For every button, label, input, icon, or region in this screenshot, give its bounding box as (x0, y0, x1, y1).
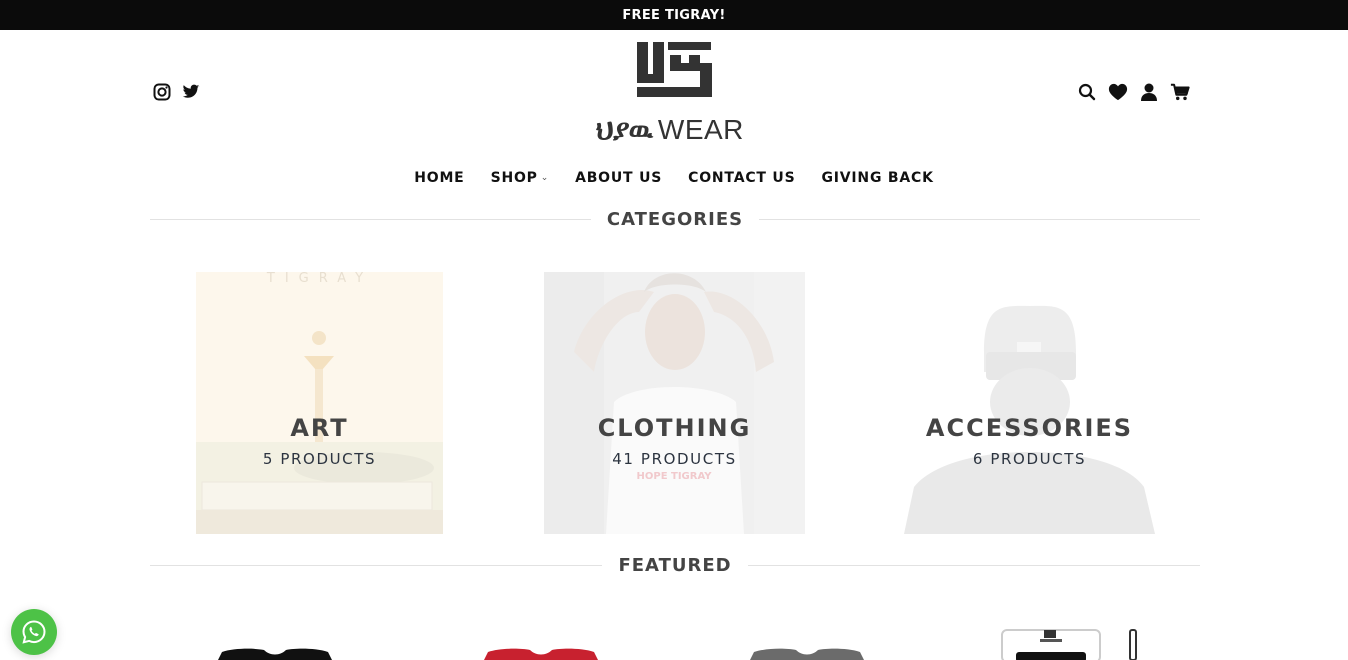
brand-latin: WEAR (657, 114, 744, 145)
logo-mark-icon (637, 42, 712, 97)
announcement-text: FREE TIGRAY! (622, 7, 726, 23)
category-count: 5 PRODUCTS (262, 450, 377, 468)
categories-heading: CATEGORIES (150, 209, 1200, 230)
category-name: ART (290, 414, 349, 442)
section-title: CATEGORIES (606, 209, 744, 230)
category-count: 6 PRODUCTS (972, 450, 1087, 468)
main-nav: HOME SHOP ⌄ ABOUT US CONTACT US GIVING BA… (0, 170, 1348, 186)
whatsapp-chat-button[interactable] (11, 609, 57, 655)
svg-text:HOPE TIGRAY: HOPE TIGRAY (637, 471, 713, 482)
chevron-down-icon: ⌄ (540, 173, 550, 183)
product-thumb-black-tshirt[interactable] (214, 630, 336, 660)
category-card-art[interactable]: TIGRAY ART 5 PRODUCTS (196, 272, 443, 534)
nav-item-giving-back[interactable]: GIVING BACK (821, 170, 933, 186)
announcement-bar: FREE TIGRAY! (0, 0, 1348, 30)
category-label: ACCESSORIES 6 PRODUCTS (904, 414, 1155, 468)
featured-heading: FEATURED (150, 555, 1200, 576)
svg-text:TIGRAY: TIGRAY (266, 272, 373, 286)
category-count: 41 PRODUCTS (612, 450, 737, 468)
product-thumb-red-tshirt[interactable] (480, 630, 602, 660)
divider (747, 565, 1200, 566)
category-card-clothing[interactable]: HOPE TIGRAY CLOTHING 41 PRODUCTS (544, 272, 805, 534)
section-title: FEATURED (618, 555, 732, 576)
header-actions (1077, 82, 1190, 102)
category-name: ACCESSORIES (925, 414, 1134, 442)
nav-item-about-us[interactable]: ABOUT US (575, 170, 662, 186)
divider (150, 565, 603, 566)
category-name: CLOTHING (597, 414, 752, 442)
instagram-icon[interactable] (152, 82, 172, 102)
social-links (152, 82, 201, 102)
category-card-accessories[interactable]: ACCESSORIES 6 PRODUCTS (904, 272, 1155, 534)
divider (759, 219, 1200, 220)
brand-amharic: ህያዉ (596, 114, 653, 145)
clothing-category-image: HOPE TIGRAY (544, 272, 805, 534)
cart-icon[interactable] (1170, 82, 1190, 102)
accessories-category-image (904, 272, 1155, 534)
product-thumb-grey-tshirt[interactable] (746, 630, 868, 660)
category-label: CLOTHING 41 PRODUCTS (544, 414, 805, 468)
heart-icon[interactable] (1108, 82, 1128, 102)
search-icon[interactable] (1077, 82, 1097, 102)
category-label: ART 5 PRODUCTS (196, 414, 443, 468)
divider (150, 219, 591, 220)
nav-item-home[interactable]: HOME (414, 170, 464, 186)
whatsapp-icon (22, 620, 46, 644)
product-thumb-accessory[interactable] (1000, 628, 1150, 660)
account-icon[interactable] (1139, 82, 1159, 102)
nav-item-shop[interactable]: SHOP ⌄ (491, 170, 550, 186)
twitter-icon[interactable] (181, 82, 201, 102)
brand-wordmark: ህያዉ WEAR (596, 114, 756, 147)
art-category-image: TIGRAY (196, 272, 443, 534)
nav-item-contact-us[interactable]: CONTACT US (688, 170, 795, 186)
